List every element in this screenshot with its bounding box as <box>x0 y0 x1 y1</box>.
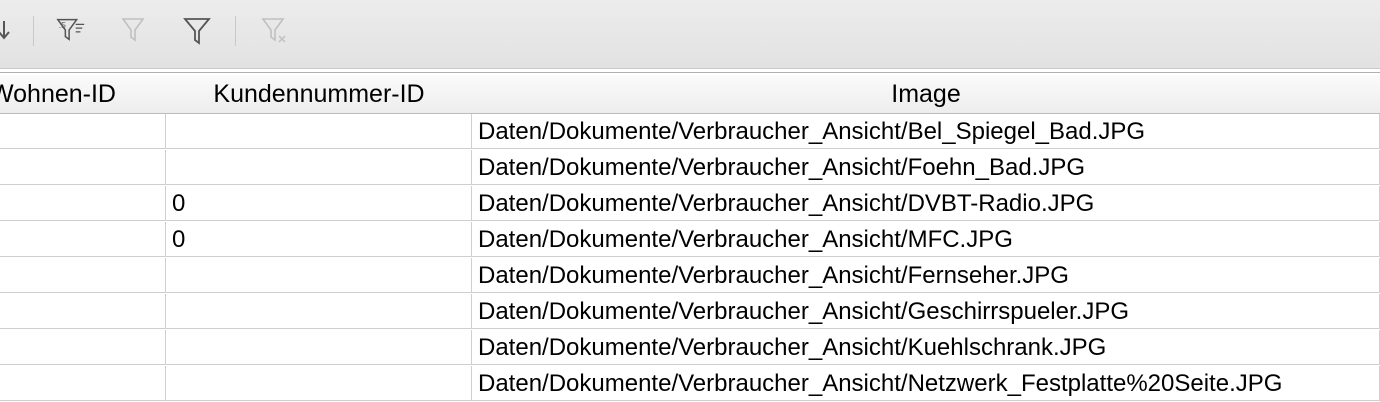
table-cell-kundennummer-id[interactable] <box>166 294 472 329</box>
header-row: Wohnen-ID Kundennummer-ID Image <box>0 75 1380 114</box>
toolbar-separator <box>235 16 236 46</box>
table-row[interactable]: Daten/Dokumente/Verbraucher_Ansicht/Netz… <box>0 366 1380 402</box>
autofilter-button[interactable]: .5 <box>55 12 87 48</box>
table-cell-kundennummer-id[interactable] <box>166 366 472 401</box>
autofilter-icon: .5 <box>56 18 85 41</box>
column-header-wohnen-id[interactable]: Wohnen-ID <box>0 75 167 114</box>
table-cell-wohnen-id[interactable] <box>0 186 166 221</box>
column-header-image[interactable]: Image <box>472 75 1380 114</box>
table-row[interactable]: Daten/Dokumente/Verbraucher_Ansicht/Fern… <box>0 258 1380 294</box>
apply-filter-icon <box>121 18 145 42</box>
table-cell-wohnen-id[interactable] <box>0 222 166 257</box>
table-cell-wohnen-id[interactable] <box>0 114 166 149</box>
sort-descending-icon <box>0 21 10 40</box>
remove-filter-button[interactable] <box>258 12 290 48</box>
table-cell-kundennummer-id[interactable]: 0 <box>166 186 472 221</box>
table-cell-image[interactable]: Daten/Dokumente/Verbraucher_Ansicht/Bel_… <box>472 114 1380 149</box>
table-cell-wohnen-id[interactable] <box>0 150 166 185</box>
table-cell-image[interactable]: Daten/Dokumente/Verbraucher_Ansicht/Netz… <box>472 366 1380 401</box>
column-header-label: Wohnen-ID <box>0 80 116 108</box>
data-grid: Wohnen-ID Kundennummer-ID Image Daten/Do… <box>0 72 1380 401</box>
table-cell-kundennummer-id[interactable]: 0 <box>166 222 472 257</box>
table-row[interactable]: Daten/Dokumente/Verbraucher_Ansicht/Gesc… <box>0 294 1380 330</box>
table-row[interactable]: Daten/Dokumente/Verbraucher_Ansicht/Bel_… <box>0 114 1380 150</box>
table-row[interactable]: Daten/Dokumente/Verbraucher_Ansicht/Foeh… <box>0 150 1380 186</box>
table-row[interactable]: Daten/Dokumente/Verbraucher_Ansicht/Kueh… <box>0 330 1380 366</box>
toolbar: .5 <box>0 0 1380 69</box>
table-cell-image[interactable]: Daten/Dokumente/Verbraucher_Ansicht/Fern… <box>472 258 1380 293</box>
table-cell-image[interactable]: Daten/Dokumente/Verbraucher_Ansicht/Kueh… <box>472 330 1380 365</box>
table-cell-kundennummer-id[interactable] <box>166 150 472 185</box>
column-header-label: Image <box>891 80 961 108</box>
sort-descending-button[interactable] <box>0 12 16 48</box>
table-cell-kundennummer-id[interactable] <box>166 114 472 149</box>
apply-filter-button[interactable] <box>118 12 150 48</box>
table-cell-image[interactable]: Daten/Dokumente/Verbraucher_Ansicht/MFC.… <box>472 222 1380 257</box>
table-row[interactable]: 0 Daten/Dokumente/Verbraucher_Ansicht/MFC… <box>0 222 1380 258</box>
remove-filter-icon <box>261 18 286 43</box>
table-cell-image[interactable]: Daten/Dokumente/Verbraucher_Ansicht/DVBT… <box>472 186 1380 221</box>
table-cell-wohnen-id[interactable] <box>0 366 166 401</box>
table-cell-wohnen-id[interactable] <box>0 330 166 365</box>
table-cell-image[interactable]: Daten/Dokumente/Verbraucher_Ansicht/Foeh… <box>472 150 1380 185</box>
table-cell-image[interactable]: Daten/Dokumente/Verbraucher_Ansicht/Gesc… <box>472 294 1380 329</box>
standard-filter-icon <box>183 18 211 45</box>
table-cell-kundennummer-id[interactable] <box>166 330 472 365</box>
svg-text:.5: .5 <box>59 20 66 30</box>
table-row[interactable]: 0 Daten/Dokumente/Verbraucher_Ansicht/DVB… <box>0 186 1380 222</box>
standard-filter-button[interactable] <box>181 12 213 48</box>
toolbar-separator <box>33 16 34 46</box>
table-cell-wohnen-id[interactable] <box>0 294 166 329</box>
table-cell-wohnen-id[interactable] <box>0 258 166 293</box>
column-header-label: Kundennummer-ID <box>213 80 425 108</box>
table-cell-kundennummer-id[interactable] <box>166 258 472 293</box>
column-header-kundennummer-id[interactable]: Kundennummer-ID <box>166 75 473 114</box>
